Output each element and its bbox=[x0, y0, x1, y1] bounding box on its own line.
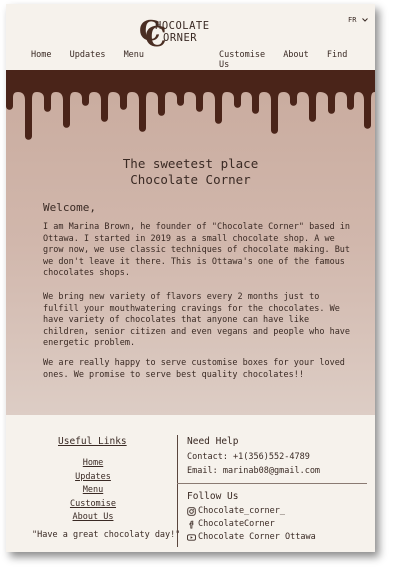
footer-divider-horizontal bbox=[177, 483, 367, 484]
footer-quote: "Have a great chocolaty day!" bbox=[32, 530, 181, 540]
useful-links-list: Home Updates Menu Customise About Us bbox=[53, 457, 133, 525]
about-paragraph-1: I am Marina Brown, he founder of "Chocol… bbox=[43, 222, 351, 278]
need-help-title: Need Help bbox=[187, 436, 239, 447]
site-footer: Useful Links Home Updates Menu Customise… bbox=[6, 415, 375, 552]
youtube-channel: Chocolate Corner Ottawa bbox=[198, 532, 316, 542]
contact-info: Contact: +1(356)552-4789 Email: marinab0… bbox=[187, 451, 320, 478]
instagram-handle: Chocolate_corner_ bbox=[198, 506, 285, 516]
site-logo[interactable]: C HOCOLATE C ORNER bbox=[139, 18, 229, 51]
nav-menu[interactable]: Menu bbox=[124, 50, 144, 60]
social-youtube[interactable]: Chocolate Corner Ottawa bbox=[187, 531, 316, 544]
nav-left: Home Updates Menu bbox=[31, 50, 157, 60]
about-paragraph-3: We are really happy to serve customise b… bbox=[43, 358, 345, 380]
site-header: C HOCOLATE C ORNER FR Home Updates Menu … bbox=[6, 4, 375, 70]
nav-updates[interactable]: Updates bbox=[70, 50, 106, 60]
social-facebook[interactable]: ChocolateCorner bbox=[187, 518, 316, 531]
follow-us-title: Follow Us bbox=[187, 491, 239, 502]
useful-links-title: Useful Links bbox=[58, 436, 127, 447]
footer-link-home[interactable]: Home bbox=[53, 457, 133, 471]
chevron-down-icon bbox=[361, 18, 368, 22]
nav-home[interactable]: Home bbox=[31, 50, 51, 60]
footer-divider-vertical bbox=[177, 435, 178, 547]
welcome-heading: Welcome, bbox=[43, 201, 96, 214]
footer-link-about-us[interactable]: About Us bbox=[53, 511, 133, 525]
social-instagram[interactable]: Chocolate_corner_ bbox=[187, 505, 316, 518]
nav-customise[interactable]: Customise bbox=[219, 50, 265, 60]
hero-title-line1: The sweetest place bbox=[122, 156, 259, 171]
language-label: FR bbox=[348, 16, 357, 24]
youtube-icon bbox=[187, 534, 196, 541]
facebook-page: ChocolateCorner bbox=[198, 519, 275, 529]
footer-link-updates[interactable]: Updates bbox=[53, 471, 133, 485]
chocolate-drip-banner bbox=[6, 70, 375, 140]
language-selector[interactable]: FR bbox=[348, 16, 368, 24]
contact-phone[interactable]: Contact: +1(356)552-4789 bbox=[187, 451, 320, 465]
page: C HOCOLATE C ORNER FR Home Updates Menu … bbox=[6, 4, 375, 552]
logo-word-corner: ORNER bbox=[163, 32, 198, 44]
footer-link-menu[interactable]: Menu bbox=[53, 484, 133, 498]
social-links: Chocolate_corner_ ChocolateCorner Chocol… bbox=[187, 505, 316, 544]
nav-about[interactable]: About bbox=[283, 50, 309, 60]
hero-section: The sweetest place Chocolate Corner Welc… bbox=[6, 70, 375, 415]
footer-link-customise[interactable]: Customise bbox=[53, 498, 133, 512]
about-paragraph-2: We bring new variety of flavors every 2 … bbox=[43, 292, 351, 348]
nav-right: Customise About Find Us bbox=[219, 50, 375, 70]
hero-title-line2: Chocolate Corner bbox=[130, 172, 251, 187]
facebook-icon bbox=[189, 520, 194, 529]
instagram-icon bbox=[187, 507, 196, 516]
hero-title: The sweetest place Chocolate Corner bbox=[6, 156, 375, 188]
contact-email[interactable]: Email: marinab08@gmail.com bbox=[187, 465, 320, 479]
